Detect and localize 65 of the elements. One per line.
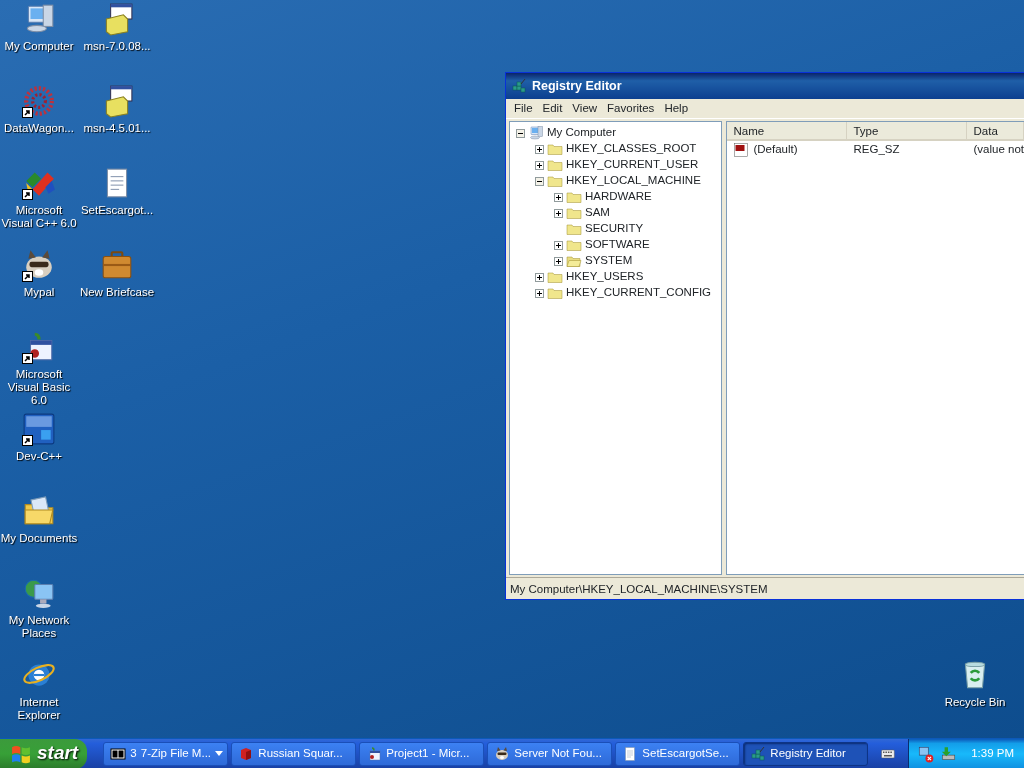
icon-label[interactable]: DataWagon...	[4, 122, 74, 135]
icon-label[interactable]: Recycle Bin	[944, 696, 1006, 709]
menu-item[interactable]: View	[567, 99, 603, 118]
window-count: 3	[130, 745, 137, 761]
expander-box[interactable]	[554, 192, 563, 202]
value-name[interactable]: (Default)	[753, 141, 798, 159]
window-title: Registry Editor	[532, 77, 622, 95]
icon-label[interactable]: My Network Places	[0, 614, 78, 640]
icon-label[interactable]: Microsoft Visual Basic 6.0	[0, 368, 78, 407]
icon-label[interactable]: New Briefcase	[79, 286, 155, 299]
tree-item[interactable]: SOFTWARE	[585, 236, 650, 254]
taskbar-button[interactable]: SetEscargotSe...	[615, 741, 741, 766]
expander-box[interactable]	[535, 176, 544, 186]
column-header[interactable]: Type	[847, 122, 968, 140]
icon-label[interactable]: Dev-C++	[16, 450, 62, 463]
column-header[interactable]: Data	[967, 122, 1024, 140]
taskbar-button[interactable]: 3 7-Zip File M...	[103, 741, 229, 766]
tree-item[interactable]: SAM	[585, 204, 610, 222]
tree-item[interactable]: My Computer	[547, 124, 617, 142]
tree-item[interactable]: SECURITY	[585, 220, 644, 238]
flower-icon	[22, 84, 56, 118]
icon-label[interactable]: My Computer	[4, 40, 74, 53]
taskbar-button[interactable]: Russian Squar...	[231, 741, 357, 766]
expander-box[interactable]	[535, 288, 544, 298]
icon-label[interactable]: msn-7.0.08...	[83, 40, 151, 53]
taskbar-button[interactable]: Project1 - Micr...	[359, 741, 485, 766]
tree-item[interactable]: HKEY_CURRENT_CONFIG	[566, 284, 712, 302]
menu-item[interactable]: Edit	[537, 99, 568, 118]
menu-item[interactable]: File	[509, 99, 538, 118]
status-bar: My Computer\HKEY_LOCAL_MACHINE\SYSTEM	[506, 577, 1024, 599]
icon-label[interactable]: My Documents	[0, 532, 78, 545]
icon-label[interactable]: Mypal	[23, 286, 55, 299]
expander-box[interactable]	[535, 272, 544, 282]
raccoon-icon	[494, 745, 511, 762]
computer-icon	[528, 125, 544, 141]
icon-label[interactable]: SetEscargot...	[80, 204, 154, 217]
expander-box[interactable]	[554, 256, 563, 266]
hardware-arrow-icon[interactable]	[939, 744, 958, 763]
taskbar-button[interactable]: Server Not Fou...	[487, 741, 613, 766]
icon-label[interactable]: Microsoft Visual C++ 6.0	[0, 204, 78, 230]
value-data: (value not	[972, 142, 1024, 158]
icon-label[interactable]: Internet Explorer	[0, 696, 78, 722]
tree-item[interactable]: HKEY_CURRENT_USER	[566, 156, 699, 174]
taskbar-button[interactable]: Registry Editor	[743, 741, 869, 766]
value-type: REG_SZ	[852, 142, 901, 158]
tree-item[interactable]: HARDWARE	[585, 188, 652, 206]
registry-icon	[511, 78, 527, 94]
expander-box[interactable]	[554, 240, 563, 250]
icon-label[interactable]: msn-4.5.01...	[83, 122, 151, 135]
tree-item[interactable]: HKEY_LOCAL_MACHINE	[566, 172, 701, 190]
expander-box[interactable]	[554, 208, 563, 218]
tree-item[interactable]: HKEY_USERS	[566, 268, 644, 286]
column-header[interactable]: Name	[727, 122, 848, 140]
menu-item[interactable]: Favorites	[602, 99, 660, 118]
expander-box[interactable]	[516, 128, 525, 138]
string-value-icon	[733, 142, 750, 158]
expander-box[interactable]	[535, 160, 544, 170]
menu-item[interactable]: Help	[659, 99, 694, 118]
network-error-icon[interactable]	[917, 744, 936, 763]
tree-item[interactable]: SYSTEM	[585, 252, 633, 270]
tree-item[interactable]: HKEY_CLASSES_ROOT	[566, 140, 697, 158]
expander-box[interactable]	[535, 144, 544, 154]
registry-icon	[750, 745, 767, 762]
archive-icon	[110, 745, 127, 762]
clock: 1:39 PM	[971, 745, 1014, 761]
